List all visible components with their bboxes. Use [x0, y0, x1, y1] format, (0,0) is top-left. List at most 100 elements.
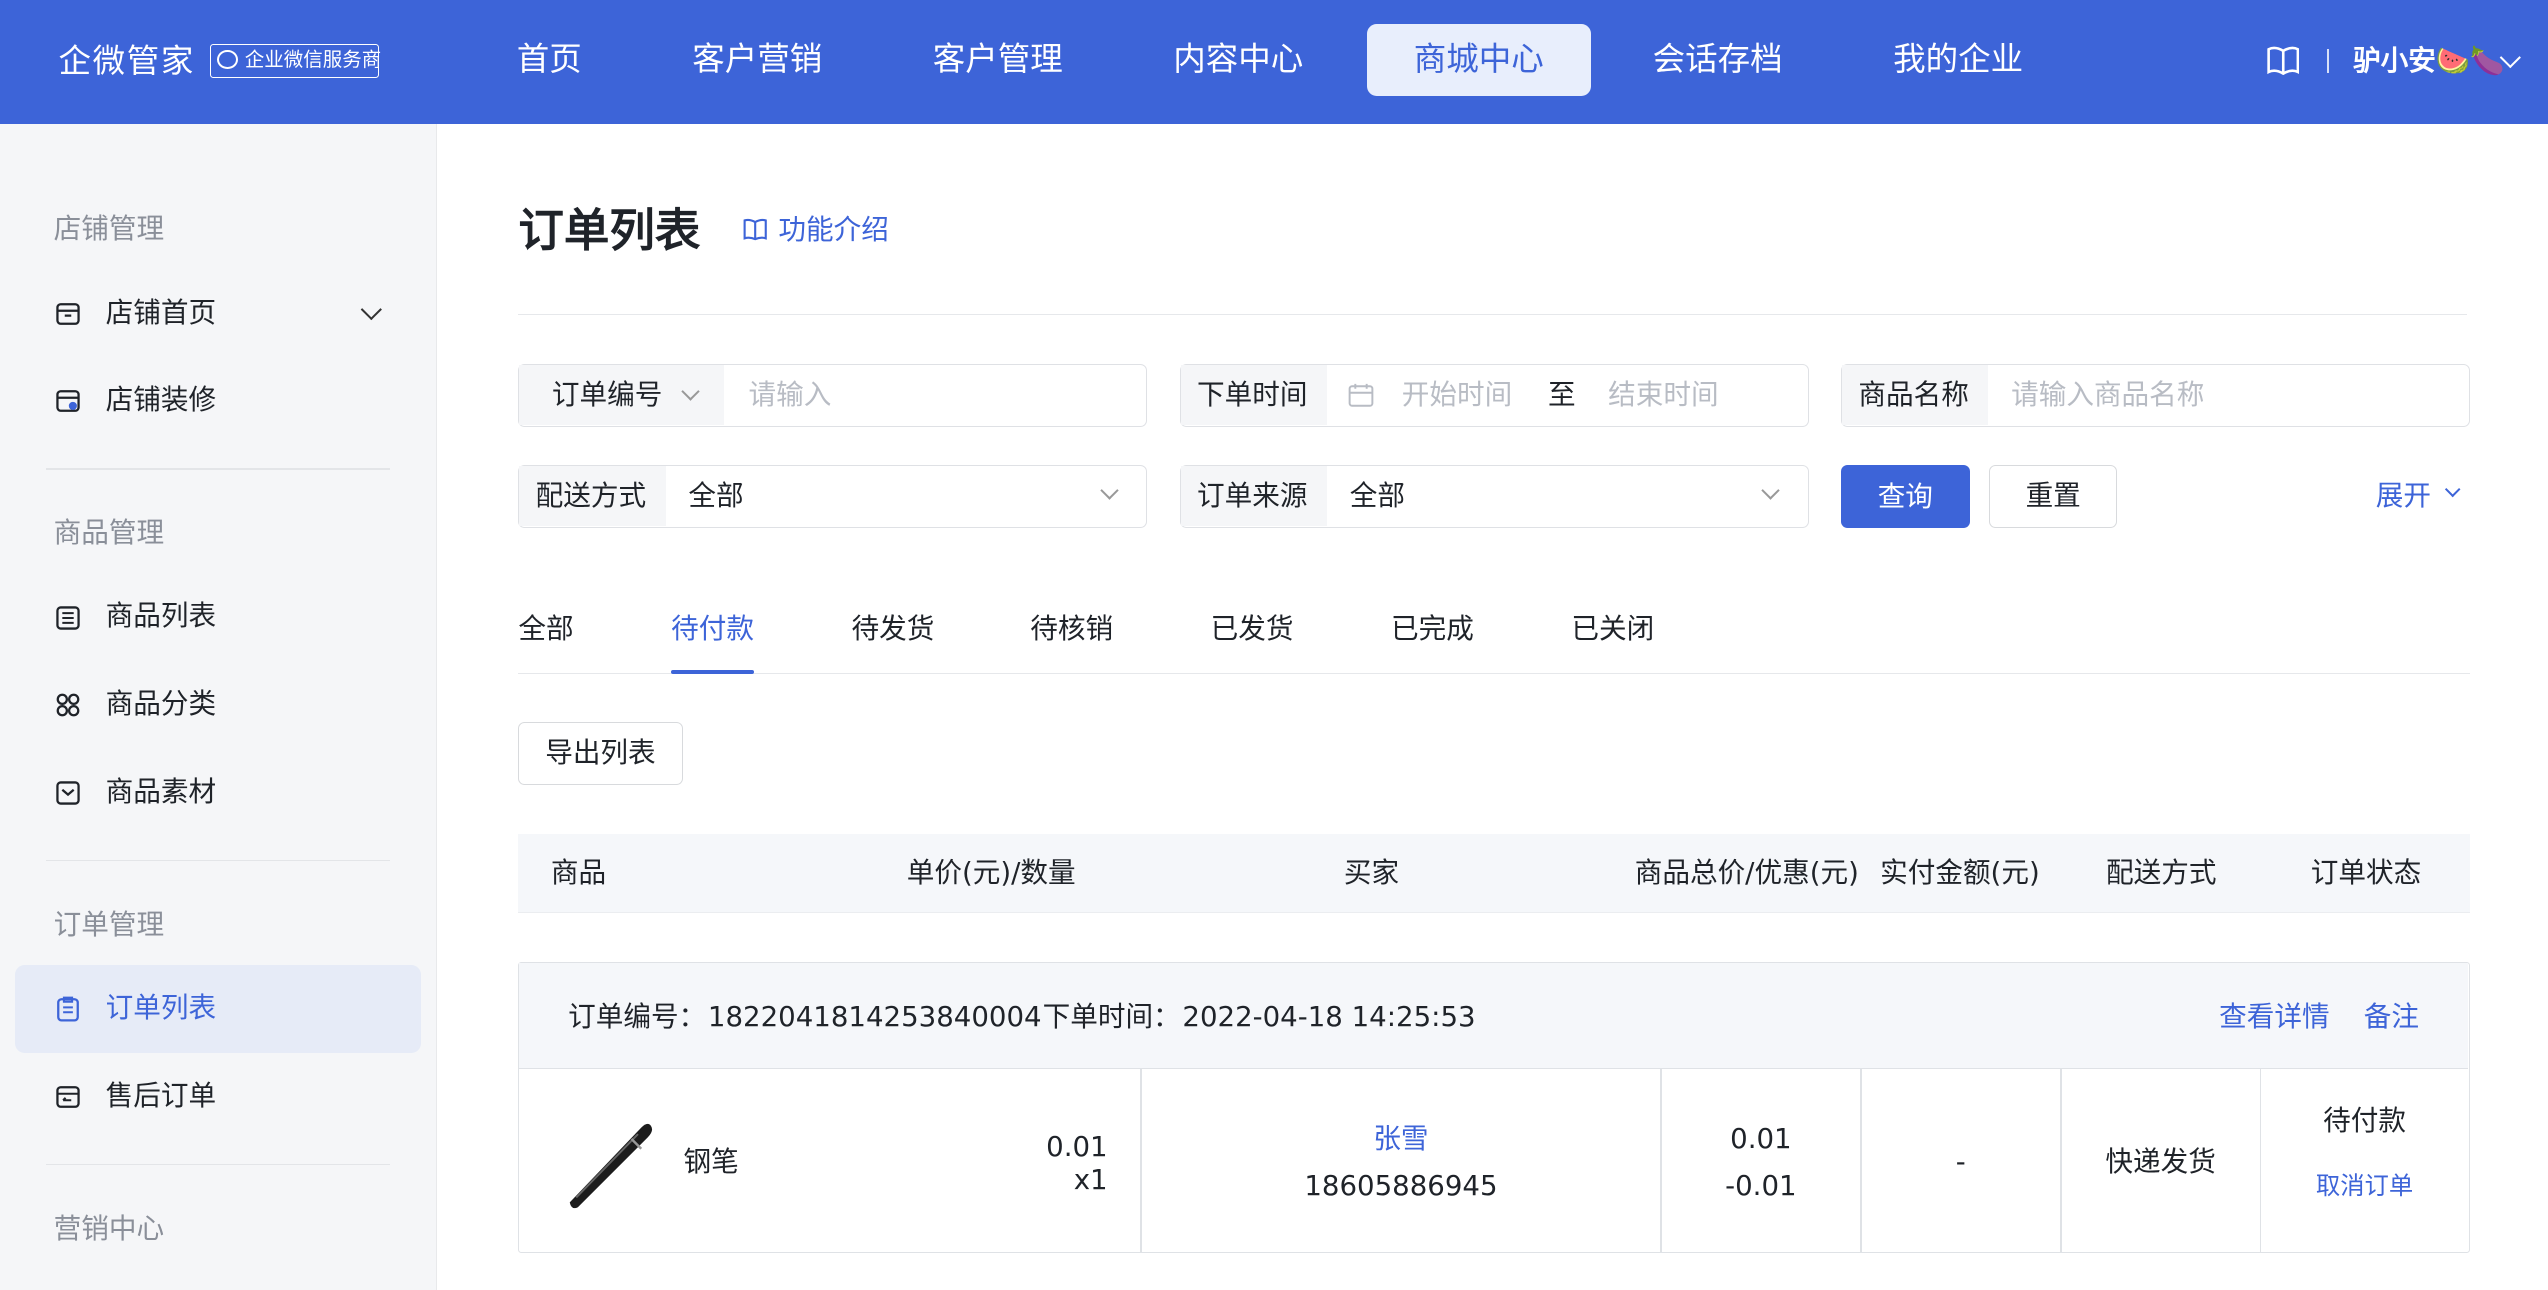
feature-intro-label: 功能介绍 [778, 212, 889, 246]
wecom-icon [217, 49, 239, 70]
order-status: 待付款 [2323, 1104, 2406, 1138]
clipboard-icon [57, 996, 80, 1022]
title-divider [518, 313, 2467, 316]
after-sales-icon [56, 1085, 80, 1108]
book-icon[interactable] [2267, 46, 2300, 75]
order-no-input[interactable]: 请输入 [749, 365, 832, 425]
tab-shipped[interactable]: 已发货 [1211, 609, 1294, 648]
end-time-input[interactable]: 结束时间 [1608, 365, 1718, 425]
nav-customer-marketing[interactable]: 客户营销 [676, 24, 839, 96]
chevron-down-icon [1761, 480, 1780, 500]
book-icon [743, 218, 767, 241]
nav-mall-center[interactable]: 商城中心 [1366, 24, 1591, 96]
active-tab-indicator [671, 669, 754, 675]
buyer-name-link[interactable]: 张雪 [1142, 1119, 1660, 1158]
brand-logo-text[interactable]: 企微管家 [59, 39, 196, 85]
query-button[interactable]: 查询 [1841, 464, 1970, 529]
chevron-down-icon [680, 381, 700, 401]
chevron-down-icon[interactable] [2444, 481, 2461, 498]
chevron-down-icon [1100, 480, 1119, 500]
order-card: 订单编号： 1822041814253840004 下单时间： 2022-04-… [518, 962, 2470, 1253]
delivery-method-value: 全部 [688, 478, 744, 512]
product-name[interactable]: 钢笔 [684, 1142, 739, 1181]
nav-session-archive[interactable]: 会话存档 [1636, 24, 1799, 96]
reset-button[interactable]: 重置 [1989, 464, 2118, 529]
category-icon [56, 693, 80, 717]
nav-home[interactable]: 首页 [488, 24, 612, 96]
col-product: 商品 [550, 856, 607, 890]
feature-intro-link[interactable]: 功能介绍 [743, 210, 889, 249]
sidebar-item-product-category[interactable]: 商品分类 [15, 661, 421, 749]
sidebar-item-product-list[interactable]: 商品列表 [15, 574, 421, 662]
order-time-value: 2022-04-18 14:25:53 [1182, 1000, 1476, 1034]
page-title: 订单列表 [518, 203, 701, 257]
cell-divider [1660, 1068, 1662, 1253]
view-detail-link[interactable]: 查看详情 [2219, 997, 2329, 1036]
tabs-divider [518, 672, 2470, 675]
tab-pending-shipment[interactable]: 待发货 [852, 609, 935, 648]
sidebar-item-product-material[interactable]: 商品素材 [15, 749, 421, 837]
sidebar-group-marketing: 营销中心 [53, 1211, 165, 1245]
sidebar-item-after-sales[interactable]: 售后订单 [15, 1053, 421, 1141]
sidebar-divider [45, 859, 390, 862]
export-list-button[interactable]: 导出列表 [518, 721, 683, 785]
tab-closed[interactable]: 已关闭 [1571, 609, 1654, 648]
expand-filters-link[interactable]: 展开 [2376, 476, 2431, 515]
order-no-value: 1822041814253840004 [707, 1000, 1042, 1034]
product-name-filter: 商品名称 请输入商品名称 [1841, 364, 2470, 428]
nav-my-enterprise[interactable]: 我的企业 [1877, 24, 2040, 96]
order-time-caption: 下单时间： [1042, 1000, 1181, 1034]
user-menu[interactable]: 驴小安🍉🍆 [2353, 41, 2505, 80]
sidebar-group-products: 商品管理 [53, 516, 165, 550]
decoration-icon [56, 390, 80, 413]
sidebar-item-label: 店铺装修 [105, 383, 217, 417]
sidebar-item-order-list[interactable]: 订单列表 [14, 965, 421, 1053]
col-delivery-method: 配送方式 [2106, 856, 2217, 890]
sidebar-group-store: 店铺管理 [53, 212, 165, 246]
col-buyer: 买家 [1343, 856, 1400, 890]
col-unit-price-qty: 单价(元)/数量 [906, 856, 1076, 890]
tab-pending-verification[interactable]: 待核销 [1030, 609, 1113, 648]
calendar-icon [1348, 383, 1374, 407]
sidebar-item-label: 商品列表 [105, 599, 217, 633]
col-order-status: 订单状态 [2310, 856, 2422, 890]
sidebar-item-label: 售后订单 [105, 1078, 217, 1112]
delivery-method: 快递发货 [2105, 1144, 2216, 1178]
sidebar-item-label: 商品素材 [105, 774, 217, 808]
order-no-caption: 订单编号： [568, 1000, 707, 1034]
service-provider-badge: 企业微信服务商 [209, 43, 382, 78]
order-total: 0.01 [1730, 1122, 1792, 1155]
remark-link[interactable]: 备注 [2364, 997, 2419, 1036]
list-icon [56, 605, 80, 630]
order-discount: -0.01 [1725, 1169, 1797, 1203]
tab-completed[interactable]: 已完成 [1391, 609, 1474, 648]
sidebar-item-label: 订单列表 [105, 991, 217, 1024]
cancel-order-link[interactable]: 取消订单 [2261, 1166, 2467, 1205]
badge-label: 企业微信服务商 [244, 47, 382, 71]
order-source-value: 全部 [1349, 478, 1405, 512]
order-time-filter: 下单时间 开始时间 至 结束时间 [1179, 364, 1809, 428]
sidebar-divider [45, 468, 390, 470]
delivery-method-select[interactable]: 配送方式 全部 [518, 464, 1148, 529]
order-source-select[interactable]: 订单来源 全部 [1179, 464, 1809, 529]
table-header: 商品 单价(元)/数量 买家 商品总价/优惠(元) 实付金额(元) 配送方式 订… [518, 833, 2470, 914]
store-icon [56, 302, 80, 325]
quantity: x1 [1073, 1162, 1108, 1196]
sidebar-item-store-home[interactable]: 店铺首页 [15, 270, 421, 358]
paid-amount: - [1955, 1144, 1966, 1178]
nav-content-center[interactable]: 内容中心 [1157, 24, 1320, 96]
order-no-type-select[interactable]: 订单编号 [519, 365, 725, 426]
tab-pending-payment[interactable]: 待付款 [671, 609, 754, 648]
nav-customer-management[interactable]: 客户管理 [917, 24, 1080, 96]
product-name-input[interactable]: 请输入商品名称 [2011, 365, 2204, 425]
tab-all[interactable]: 全部 [518, 609, 573, 648]
col-paid-amount: 实付金额(元) [1880, 856, 2040, 890]
order-time-label: 下单时间 [1180, 365, 1327, 426]
product-thumbnail[interactable] [560, 1113, 658, 1211]
col-total-discount: 商品总价/优惠(元) [1634, 856, 1859, 890]
start-time-input[interactable]: 开始时间 [1402, 365, 1512, 425]
header-divider [2327, 48, 2329, 74]
chevron-down-icon[interactable] [360, 299, 382, 320]
buyer-phone: 18605886945 [1304, 1169, 1498, 1203]
sidebar-item-store-decoration[interactable]: 店铺装修 [15, 358, 421, 446]
